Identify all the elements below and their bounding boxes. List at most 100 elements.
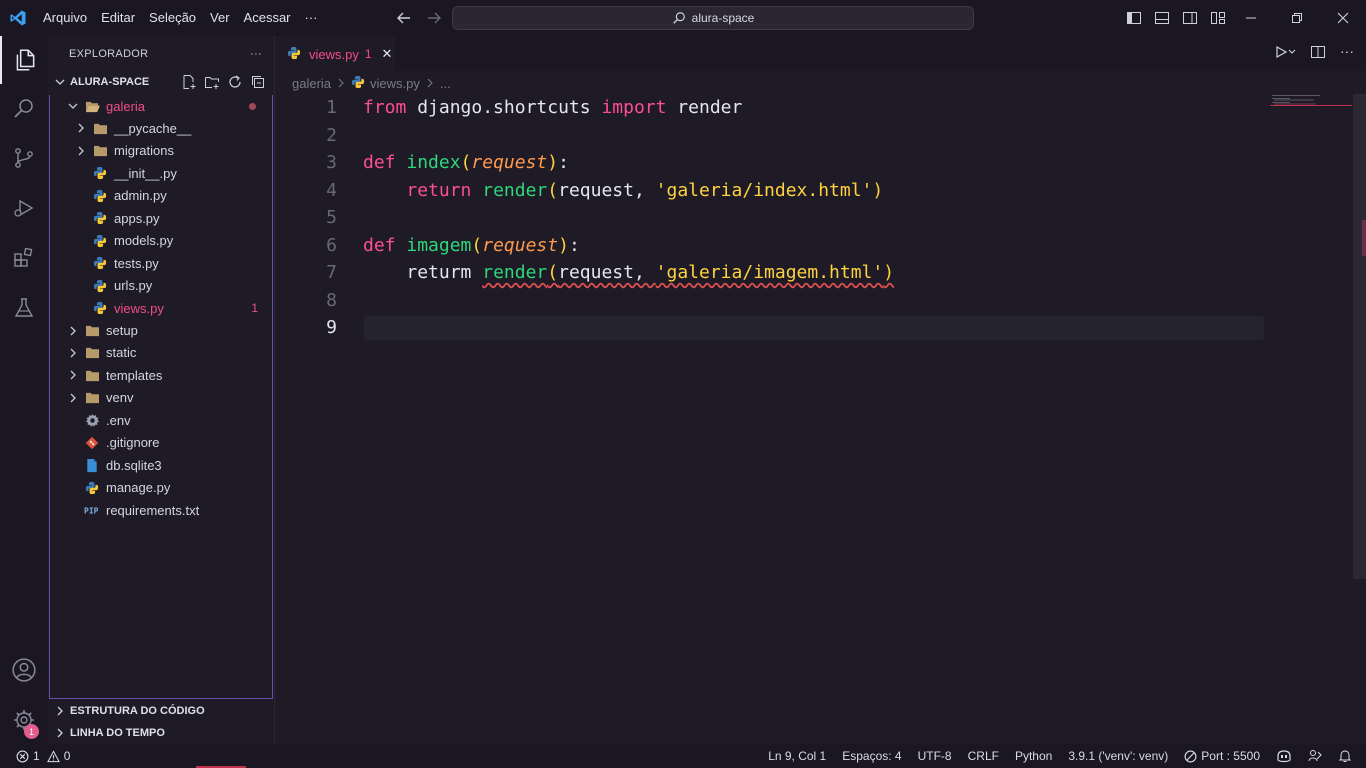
- refresh-icon[interactable]: [227, 74, 243, 93]
- editor-more-actions-icon[interactable]: ···: [1340, 44, 1354, 65]
- outline-section-header[interactable]: ESTRUTURA DO CÓDIGO: [48, 700, 275, 722]
- menu-arquivo[interactable]: Arquivo: [36, 0, 94, 36]
- feedback-icon[interactable]: [1308, 749, 1322, 763]
- copilot-icon[interactable]: [1276, 749, 1292, 763]
- file-tree-label: venv: [106, 390, 134, 406]
- back-arrow-icon[interactable]: [394, 8, 414, 28]
- manage-gear-icon[interactable]: 1: [0, 696, 48, 744]
- code-line: 1 from django.shortcuts import render: [275, 94, 1353, 122]
- menu-editar[interactable]: Editar: [94, 0, 142, 36]
- toggle-primary-sidebar-icon[interactable]: [1124, 8, 1144, 28]
- file-tree-item[interactable]: templates: [50, 364, 272, 386]
- end-of-line[interactable]: CRLF: [968, 749, 999, 763]
- folder-icon: [84, 367, 100, 383]
- toggle-secondary-sidebar-icon[interactable]: [1180, 8, 1200, 28]
- file-tree-item[interactable]: .env: [50, 409, 272, 431]
- run-debug-icon[interactable]: [0, 184, 48, 232]
- minimap[interactable]: [1270, 94, 1352, 114]
- file-tree-item[interactable]: .gitignore: [50, 432, 272, 454]
- forward-arrow-icon[interactable]: [424, 8, 444, 28]
- file-tree-item[interactable]: galeria: [50, 95, 272, 117]
- line-number: 5: [326, 207, 337, 228]
- testing-flask-icon[interactable]: [0, 284, 48, 332]
- collapse-all-icon[interactable]: [250, 74, 266, 93]
- file-tree-item[interactable]: apps.py: [50, 207, 272, 229]
- tab-close-icon[interactable]: ✕: [382, 46, 393, 62]
- workspace-section-header[interactable]: ALURA-SPACE: [48, 71, 274, 93]
- code-line: 8: [275, 287, 1353, 315]
- editor-scrollbar[interactable]: [1353, 94, 1366, 579]
- language-mode[interactable]: Python: [1015, 749, 1052, 763]
- close-window-icon[interactable]: [1320, 0, 1366, 36]
- menu-more[interactable]: ···: [298, 0, 325, 36]
- file-tree-item[interactable]: migrations: [50, 140, 272, 162]
- code-token: from: [363, 97, 407, 118]
- file-tree-item[interactable]: setup: [50, 320, 272, 342]
- indentation[interactable]: Espaços: 4: [842, 749, 901, 763]
- extensions-icon[interactable]: [0, 234, 48, 282]
- encoding[interactable]: UTF-8: [918, 749, 952, 763]
- problems-indicator[interactable]: 1 0: [16, 749, 70, 763]
- file-tree-item[interactable]: __pycache__: [50, 117, 272, 139]
- new-file-icon[interactable]: [181, 74, 197, 93]
- explorer-more-button[interactable]: ···: [250, 48, 262, 60]
- split-editor-icon[interactable]: [1310, 44, 1326, 65]
- breadcrumb-file[interactable]: views.py: [370, 76, 420, 91]
- toggle-panel-icon[interactable]: [1152, 8, 1172, 28]
- error-count: 1: [33, 749, 40, 763]
- file-tree-item[interactable]: urls.py: [50, 275, 272, 297]
- command-center-search[interactable]: alura-space: [452, 6, 974, 30]
- folder-icon: [84, 323, 100, 339]
- explorer-header: EXPLORADOR ···: [48, 36, 274, 71]
- file-tree-item[interactable]: manage.py: [50, 477, 272, 499]
- code-line: 6 def imagem(request):: [275, 232, 1353, 260]
- error-icon: [16, 750, 29, 762]
- new-folder-icon[interactable]: [204, 74, 220, 93]
- file-tree-label: galeria: [106, 98, 146, 114]
- explorer-files-icon[interactable]: [0, 36, 48, 84]
- menu-ver[interactable]: Ver: [203, 0, 237, 36]
- breadcrumb-folder[interactable]: galeria: [292, 76, 331, 91]
- cursor-position[interactable]: Ln 9, Col 1: [768, 749, 826, 763]
- menu-acessar[interactable]: Acessar: [237, 0, 298, 36]
- code-token: ): [872, 179, 884, 201]
- code-text: returm render(request, 'galeria/imagem.h…: [363, 259, 894, 287]
- code-token: request,: [558, 262, 656, 283]
- notifications-bell-icon[interactable]: [1338, 749, 1352, 763]
- menu-selecao[interactable]: Seleção: [142, 0, 203, 36]
- line-number: 4: [326, 179, 337, 201]
- chevron-right-icon: [66, 346, 80, 360]
- breadcrumb-symbol[interactable]: ...: [440, 76, 451, 91]
- modified-dot: [249, 102, 256, 110]
- code-token: 'galeria/index.html': [655, 179, 873, 201]
- minimize-icon[interactable]: [1228, 0, 1274, 36]
- file-tree-item[interactable]: models.py: [50, 230, 272, 252]
- file-tree-item[interactable]: static: [50, 342, 272, 364]
- code-editor[interactable]: 1 from django.shortcuts import render 2 3 de…: [275, 94, 1353, 744]
- file-tree-item[interactable]: venv: [50, 387, 272, 409]
- accounts-icon[interactable]: [0, 646, 48, 694]
- file-tree-item[interactable]: admin.py: [50, 185, 272, 207]
- live-server-port[interactable]: Port : 5500: [1184, 749, 1260, 763]
- tab-views-py[interactable]: views.py 1 ✕: [275, 36, 395, 71]
- run-python-file-icon[interactable]: [1274, 44, 1296, 65]
- code-token: imagem: [406, 234, 472, 256]
- customize-layout-icon[interactable]: [1208, 8, 1228, 28]
- python-interpreter[interactable]: 3.9.1 ('venv': venv): [1068, 749, 1168, 763]
- timeline-section-header[interactable]: LINHA DO TEMPO: [48, 722, 275, 744]
- file-tree-item[interactable]: __init__.py: [50, 162, 272, 184]
- folder-icon: [92, 120, 108, 136]
- python-file-icon: [351, 75, 365, 92]
- file-tree-item[interactable]: tests.py: [50, 252, 272, 274]
- source-control-icon[interactable]: [0, 134, 48, 182]
- file-tree-item[interactable]: PIP requirements.txt: [50, 499, 272, 521]
- restore-icon[interactable]: [1274, 0, 1320, 36]
- tab-label: views.py: [309, 46, 359, 62]
- command-center-label: alura-space: [691, 11, 755, 25]
- file-tree-item[interactable]: db.sqlite3: [50, 454, 272, 476]
- search-icon[interactable]: [0, 84, 48, 132]
- file-tree-item[interactable]: views.py 1: [50, 297, 272, 319]
